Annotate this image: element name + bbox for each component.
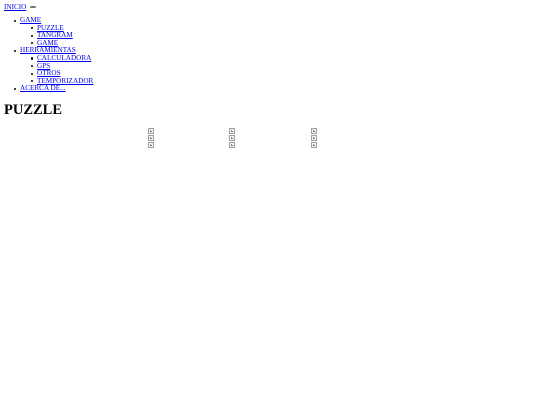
- nav-submenu-game: PUZZLE TANGRAM GAME: [20, 24, 200, 48]
- nav-group-game: GAME PUZZLE TANGRAM GAME: [0, 16, 200, 48]
- nav-submenu-tools: CALCULADORA GPS OTROS TEMPORIZADOR: [20, 54, 200, 85]
- puzzle-piece-broken-image-icon[interactable]: [229, 128, 235, 134]
- puzzle-piece-broken-image-icon[interactable]: [148, 128, 154, 134]
- nav-list: GAME PUZZLE TANGRAM GAME HERRAMIENTAS CA…: [0, 16, 200, 93]
- puzzle-piece-broken-image-icon[interactable]: [229, 135, 235, 141]
- puzzle-board: [0, 128, 540, 152]
- puzzle-piece-broken-image-icon[interactable]: [311, 128, 317, 134]
- puzzle-piece-broken-image-icon[interactable]: [311, 135, 317, 141]
- puzzle-piece-broken-image-icon[interactable]: [229, 142, 235, 148]
- page-title: PUZZLE: [4, 102, 63, 118]
- nav-group-about: ACERCA DE...: [0, 85, 200, 93]
- nav-group-tools: HERRAMIENTAS CALCULADORA GPS OTROS TEMPO…: [0, 47, 200, 85]
- menu-toggle-button[interactable]: [30, 6, 37, 9]
- home-link[interactable]: INICIO: [4, 3, 26, 11]
- header: INICIO: [4, 2, 37, 12]
- puzzle-piece-broken-image-icon[interactable]: [148, 135, 154, 141]
- main-navigation: GAME PUZZLE TANGRAM GAME HERRAMIENTAS CA…: [0, 16, 200, 93]
- puzzle-piece-broken-image-icon[interactable]: [148, 142, 154, 148]
- nav-item-acerca-de[interactable]: ACERCA DE...: [20, 84, 66, 93]
- puzzle-piece-broken-image-icon[interactable]: [311, 142, 317, 148]
